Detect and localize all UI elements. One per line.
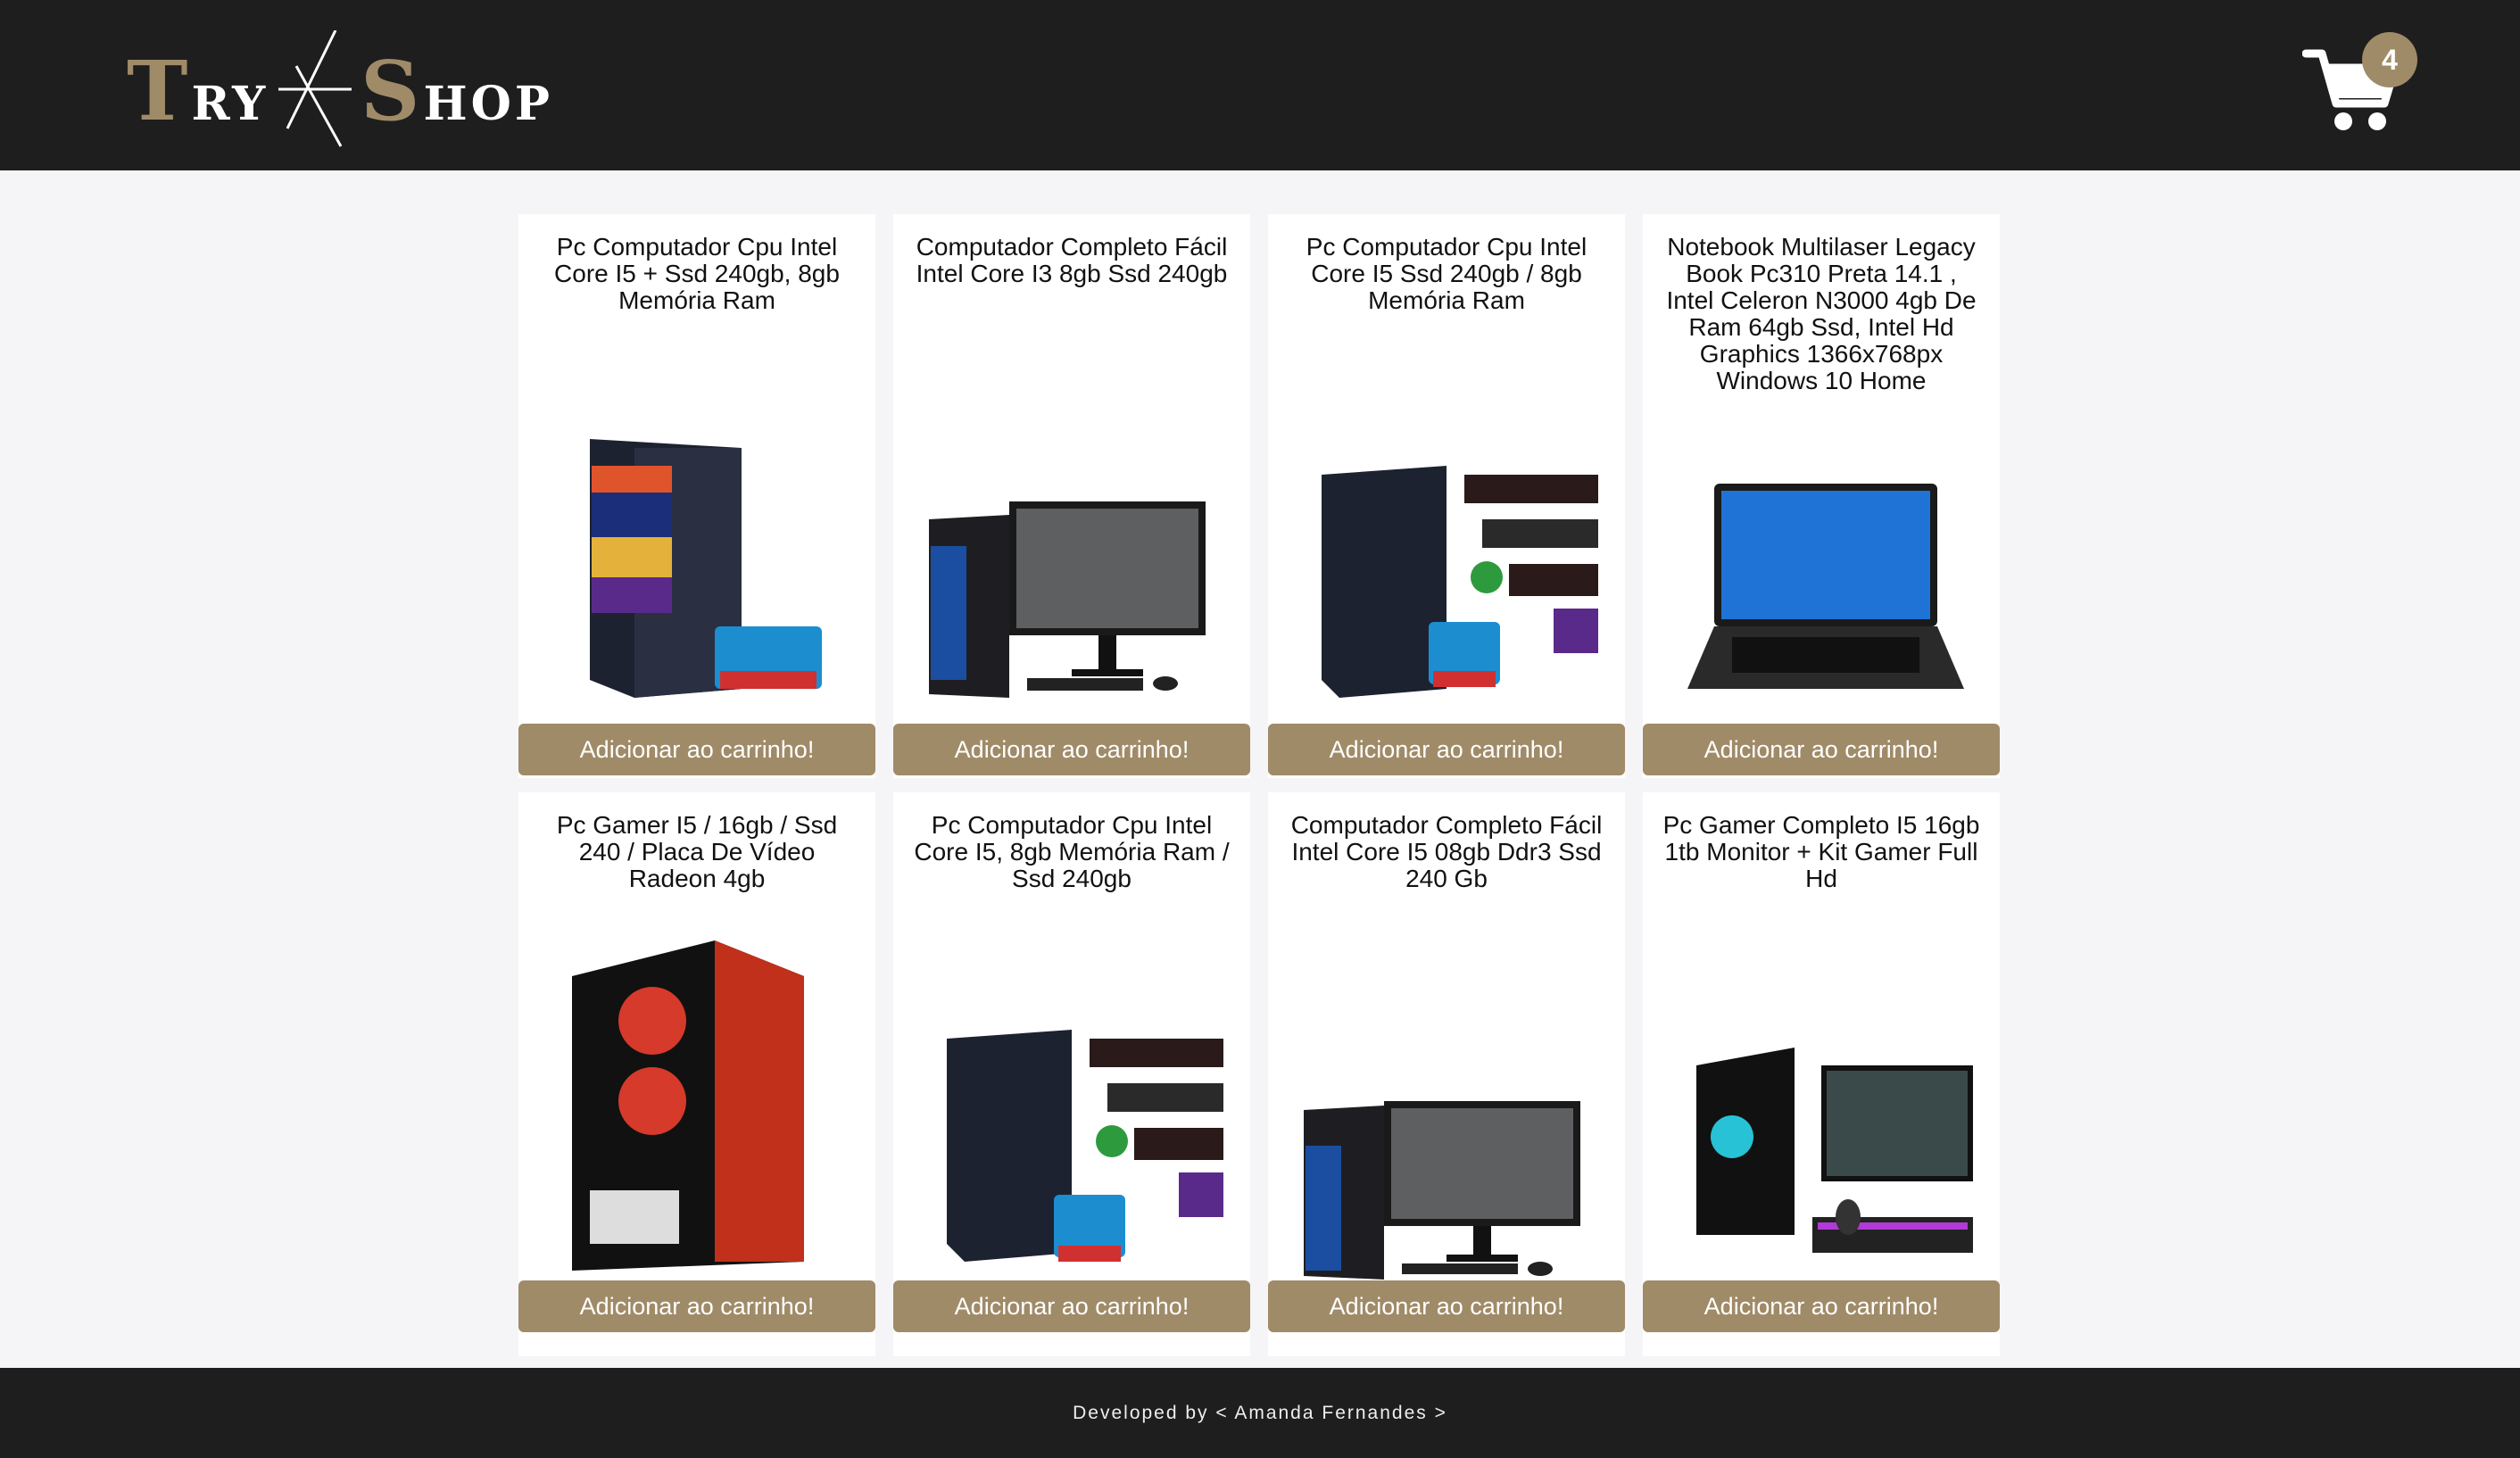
try-shop-logo[interactable]: TRY SHOP: [127, 27, 550, 152]
add-to-cart-button[interactable]: Adicionar ao carrinho!: [518, 1280, 875, 1332]
product-image: [1661, 430, 1982, 698]
add-to-cart-button[interactable]: Adicionar ao carrinho!: [1643, 724, 2000, 775]
footer-credit: Developed by < Amanda Fernandes >: [1073, 1403, 1447, 1423]
pc-tower-image: [947, 1030, 1223, 1262]
product-title: Pc Gamer Completo I5 16gb 1tb Monitor + …: [1662, 811, 1980, 892]
product-image: [536, 430, 858, 698]
add-to-cart-button[interactable]: Adicionar ao carrinho!: [1643, 1280, 2000, 1332]
product-title: Pc Computador Cpu Intel Core I5, 8gb Mem…: [914, 811, 1230, 892]
product-image: [911, 1012, 1232, 1280]
product-title: Pc Computador Cpu Intel Core I5 Ssd 240g…: [1306, 233, 1587, 314]
product-title: Pc Gamer I5 / 16gb / Ssd 240 / Placa De …: [556, 811, 838, 892]
gamer-tower-image: [572, 940, 804, 1271]
product-grid: Pc Computador Cpu Intel Core I5 + Ssd 24…: [518, 214, 2000, 1365]
pc-tower-image: [1322, 466, 1598, 698]
product-image: [1286, 430, 1607, 698]
add-to-cart-button[interactable]: Adicionar ao carrinho!: [1268, 1280, 1625, 1332]
product-card: Pc Gamer Completo I5 16gb 1tb Monitor + …: [1643, 792, 2000, 1356]
product-title: Computador Completo Fácil Intel Core I5 …: [1290, 811, 1603, 892]
sparkle-icon: [278, 30, 352, 147]
add-to-cart-button[interactable]: Adicionar ao carrinho!: [893, 1280, 1250, 1332]
add-to-cart-button[interactable]: Adicionar ao carrinho!: [518, 724, 875, 775]
pc-tower-image: [590, 439, 822, 698]
product-title: Computador Completo Fácil Intel Core I3 …: [916, 233, 1228, 287]
product-title: Pc Computador Cpu Intel Core I5 + Ssd 24…: [554, 233, 840, 314]
site-header: TRY SHOP 4: [0, 0, 2520, 170]
product-image: [1286, 1012, 1607, 1280]
logo-try: TRY: [127, 43, 269, 139]
cart-count-badge[interactable]: 4: [2362, 32, 2417, 87]
add-to-cart-button[interactable]: Adicionar ao carrinho!: [893, 724, 1250, 775]
product-image: [536, 923, 858, 1280]
pc-monitor-image: [929, 501, 1206, 698]
pc-monitor-image: [1304, 1101, 1580, 1280]
add-to-cart-button[interactable]: Adicionar ao carrinho!: [1268, 724, 1625, 775]
product-title: Notebook Multilaser Legacy Book Pc310 Pr…: [1666, 233, 1977, 394]
product-image: [911, 430, 1232, 698]
product-image: [1661, 1012, 1982, 1280]
product-card: Pc Computador Cpu Intel Core I5 + Ssd 24…: [518, 214, 875, 778]
notebook-image: [1687, 484, 1964, 689]
product-card: Pc Gamer I5 / 16gb / Ssd 240 / Placa De …: [518, 792, 875, 1356]
product-card: Notebook Multilaser Legacy Book Pc310 Pr…: [1643, 214, 2000, 778]
product-card: Computador Completo Fácil Intel Core I3 …: [893, 214, 1250, 778]
product-card: Computador Completo Fácil Intel Core I5 …: [1268, 792, 1625, 1356]
logo-shop: SHOP: [361, 43, 553, 139]
gamer-kit-image: [1696, 1048, 1973, 1253]
product-card: Pc Computador Cpu Intel Core I5, 8gb Mem…: [893, 792, 1250, 1356]
product-card: Pc Computador Cpu Intel Core I5 Ssd 240g…: [1268, 214, 1625, 778]
site-footer: Developed by < Amanda Fernandes >: [0, 1368, 2520, 1458]
